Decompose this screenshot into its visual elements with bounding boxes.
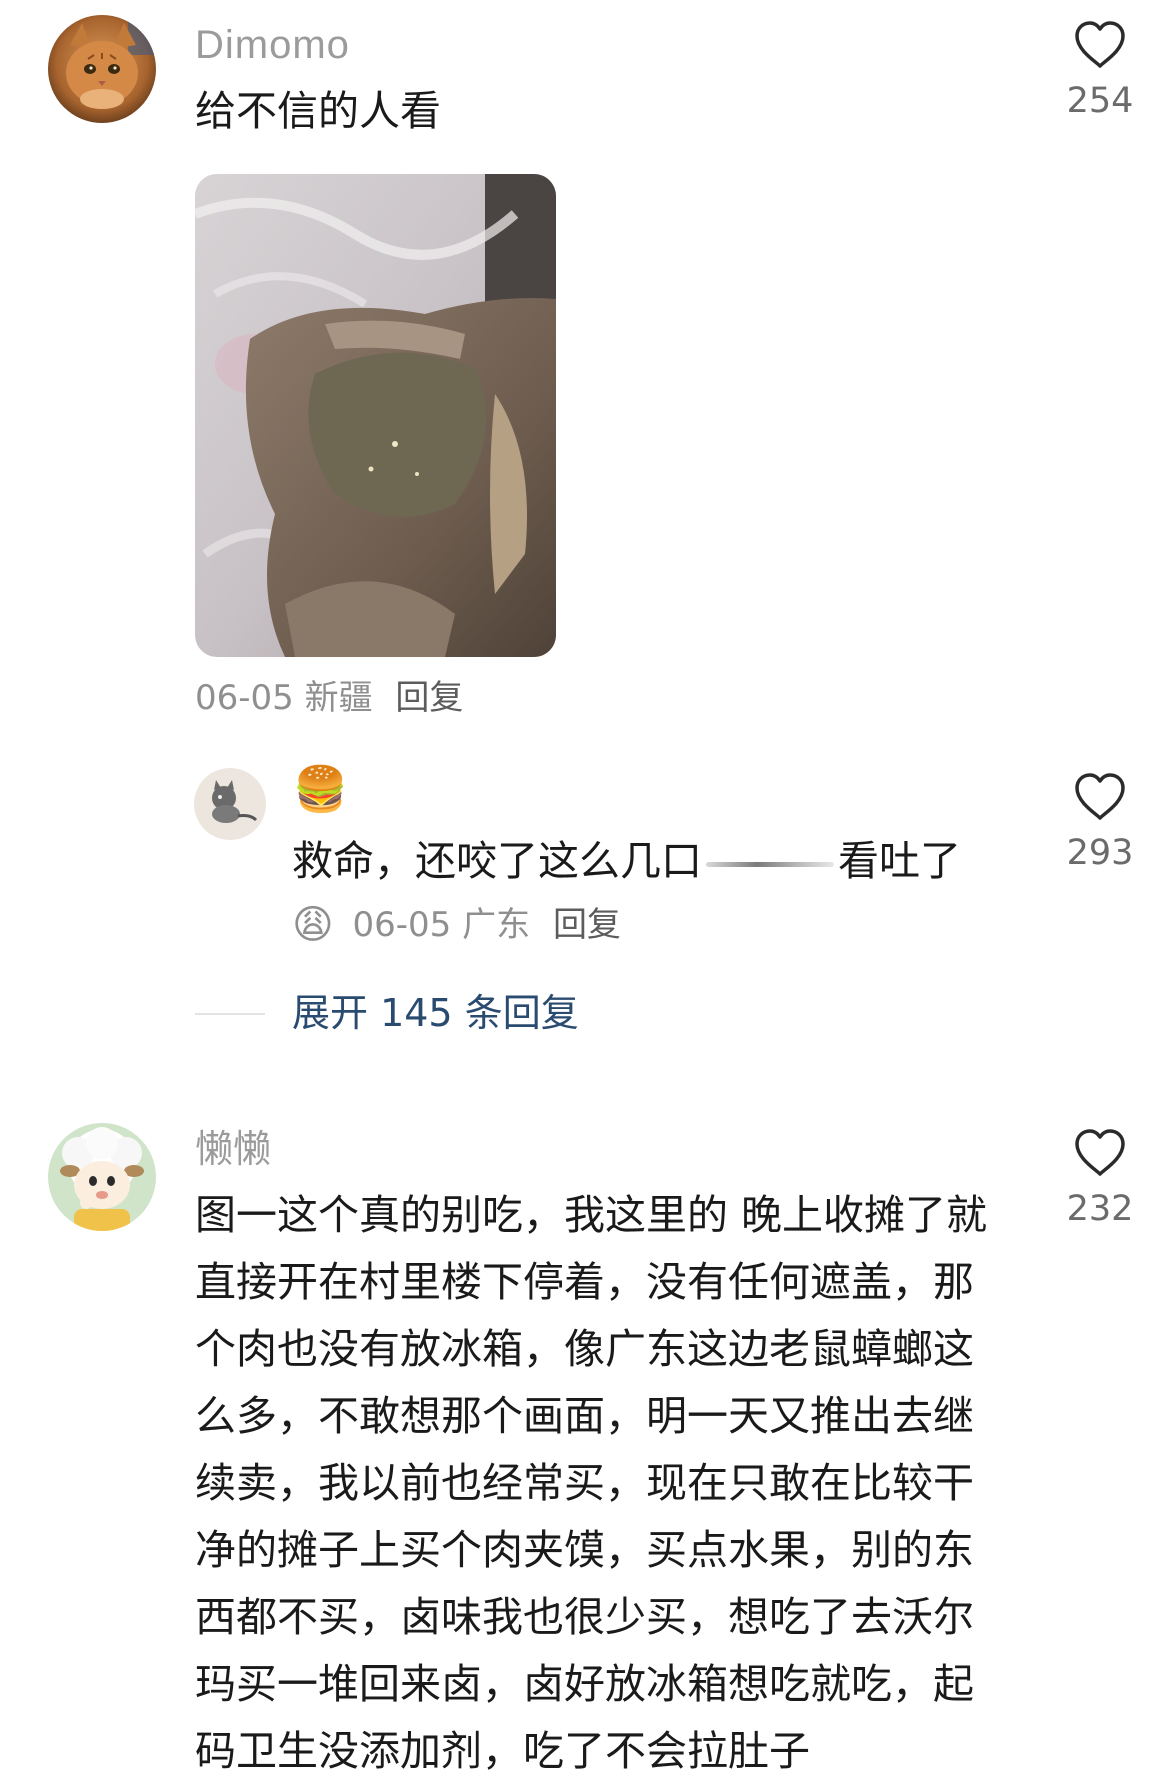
comment-username[interactable]: 懒懒 — [195, 1130, 271, 1168]
heart-outline-icon — [1050, 1128, 1150, 1178]
comment-line: 直接开在村里楼下停着，没有任何遮盖，那 — [195, 1258, 974, 1306]
comment-meta: 06-05 新疆 回复 — [195, 681, 463, 715]
like-count: 293 — [1066, 833, 1134, 873]
reply-location: 广东 — [462, 905, 531, 945]
reply-button[interactable]: 回复 — [553, 905, 621, 945]
comment-username[interactable]: Dimomo — [195, 25, 350, 65]
like-button[interactable]: 232 — [1050, 1128, 1150, 1227]
heart-outline-icon — [1050, 772, 1150, 822]
comment-text: 给不信的人看 — [195, 87, 441, 135]
comment-photo[interactable] — [195, 174, 556, 657]
comment-line: 续卖，我以前也经常买，现在只敢在比较干 — [195, 1459, 974, 1507]
avatar-dimomo[interactable] — [48, 15, 156, 123]
reply-username-emoji[interactable]: 🍔 — [293, 768, 348, 812]
comment-line: 么多，不敢想那个画面，明一天又推出去继 — [195, 1392, 974, 1440]
avatar-lanlan[interactable] — [48, 1123, 156, 1231]
reply-badge-emoji: 😩 — [292, 902, 334, 948]
like-count: 232 — [1066, 1189, 1134, 1229]
redaction-smudge — [706, 861, 834, 867]
like-button[interactable]: 293 — [1050, 772, 1150, 871]
comment-line: 西都不买，卤味我也很少买，想吃了去沃尔 — [195, 1593, 974, 1641]
heart-outline-icon — [1050, 20, 1150, 70]
reply-text: 救命，还咬了这么几口 看吐了 — [292, 828, 961, 895]
comment-line: 净的摊子上买个肉夹馍，买点水果，别的东 — [195, 1526, 974, 1574]
like-button[interactable]: 254 — [1050, 20, 1150, 119]
reply-button[interactable]: 回复 — [395, 678, 463, 718]
comment-location: 新疆 — [304, 678, 373, 718]
comment-line: 图一这个真的别吃，我这里的 晚上收摊了就 — [195, 1191, 988, 1239]
comment-date: 06-05 — [195, 678, 294, 718]
expand-replies-button[interactable]: 展开 145 条回复 — [292, 994, 579, 1032]
avatar-replier[interactable] — [194, 768, 266, 840]
comment-line: 玛买一堆回来卤，卤好放冰箱想吃就吃，起 — [195, 1660, 974, 1708]
reply-date: 06-05 — [352, 905, 452, 945]
reply-text-end: 看吐了 — [838, 837, 961, 885]
comment-line: 个肉也没有放冰箱，像广东这边老鼠蟑螂这 — [195, 1325, 974, 1373]
like-count: 254 — [1066, 81, 1134, 121]
expand-divider — [195, 1013, 265, 1015]
reply-text-start: 救命，还咬了这么几口 — [292, 837, 702, 885]
comment-body: 图一这个真的别吃，我这里的 晚上收摊了就 直接开在村里楼下停着，没有任何遮盖，那… — [195, 1182, 987, 1785]
reply-meta: 😩 06-05 广东 回复 — [292, 905, 621, 945]
